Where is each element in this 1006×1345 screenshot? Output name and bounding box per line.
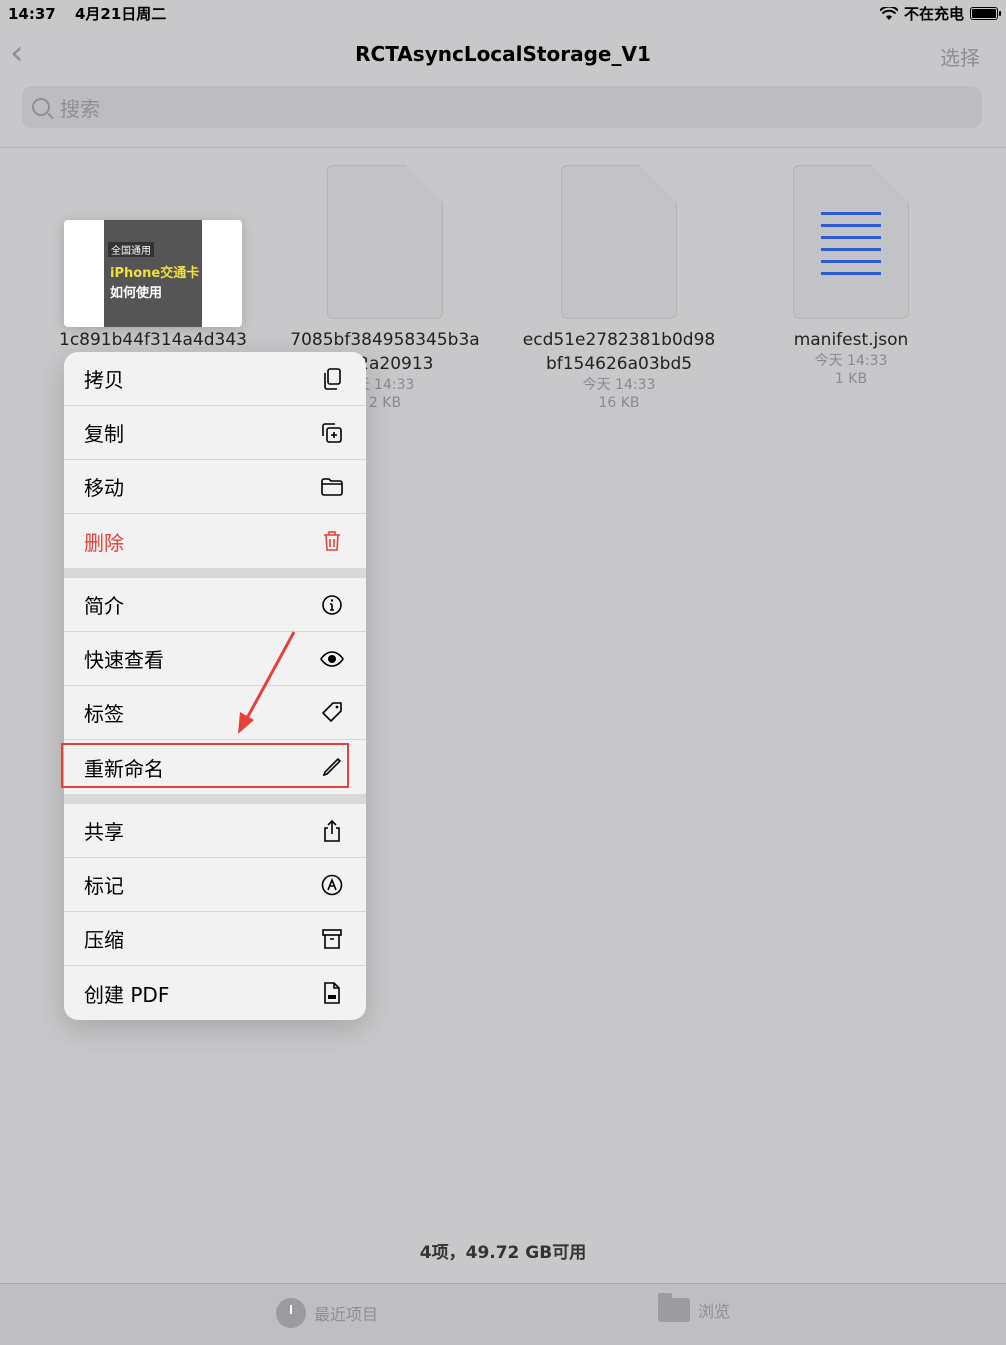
menu-item-duplicate[interactable]: 复制: [64, 406, 366, 460]
page-title: RCTAsyncLocalStorage_V1: [355, 42, 651, 66]
file-date: 今天 14:33: [814, 353, 888, 369]
file-name-cont: bf154626a03bd5: [545, 354, 693, 374]
copy-doc-icon: [324, 367, 341, 390]
folder-icon: [321, 477, 343, 496]
context-menu: 拷贝 复制 移动 删除 简介 快速查看 标签 重新命名 共享 标记 压缩 创建 …: [64, 352, 366, 1020]
menu-group-separator: [64, 568, 366, 578]
share-icon: [324, 819, 340, 842]
document-icon: [327, 165, 443, 319]
pdf-icon: [324, 982, 340, 1004]
status-bar: 14:37 4月21日周二 不在充电: [0, 0, 1006, 26]
thumbnail-line2: 如何使用: [110, 286, 163, 301]
info-icon: [322, 594, 342, 615]
menu-item-share[interactable]: 共享: [64, 804, 366, 858]
thumbnail-line1: iPhone交通卡: [110, 266, 200, 281]
menu-item-label: 创建 PDF: [84, 982, 170, 1007]
tag-icon: [322, 701, 342, 722]
menu-item-label: 拷贝: [84, 368, 124, 392]
tab-browse[interactable]: 浏览: [658, 1293, 731, 1322]
menu-group-separator: [64, 794, 366, 804]
menu-item-label: 删除: [84, 530, 124, 555]
menu-item-delete[interactable]: 删除: [64, 514, 366, 568]
menu-item-label: 移动: [84, 476, 124, 500]
file-name: ecd51e2782381b0d98: [522, 330, 716, 350]
annotation-highlight: [61, 743, 349, 788]
annotation-arrow: [238, 631, 296, 734]
menu-item-compress[interactable]: 压缩: [64, 912, 366, 966]
archive-icon: [322, 928, 342, 949]
battery-icon: [970, 7, 1001, 20]
status-time: 14:37: [8, 5, 56, 23]
charging-status: 不在充电: [903, 5, 964, 23]
select-button[interactable]: 选择: [940, 42, 980, 71]
search-placeholder: 搜索: [60, 96, 100, 121]
menu-item-copy[interactable]: 拷贝: [64, 352, 366, 406]
menu-item-markup[interactable]: 标记: [64, 858, 366, 912]
file-size: 16 KB: [598, 395, 640, 411]
storage-summary: 4项，49.72 GB可用: [419, 1243, 587, 1263]
search-icon: [32, 98, 50, 116]
eye-icon: [320, 650, 344, 667]
menu-item-quicklook[interactable]: 快速查看: [64, 632, 366, 686]
menu-item-tags[interactable]: 标签: [64, 686, 366, 740]
file-name: manifest.json: [793, 330, 909, 350]
wifi-icon: [879, 6, 898, 20]
menu-item-label: 复制: [84, 422, 124, 446]
thumbnail-tag: 全国通用: [108, 242, 154, 257]
clock-icon: [276, 1298, 306, 1328]
tab-recent[interactable]: 最近项目: [276, 1298, 378, 1328]
file-item[interactable]: ecd51e2782381b0d98 bf154626a03bd5 今天 14:…: [504, 165, 734, 412]
menu-item-create-pdf[interactable]: 创建 PDF: [64, 966, 366, 1020]
document-icon: [561, 165, 677, 319]
folder-icon: [658, 1293, 690, 1322]
file-size: 1 KB: [834, 371, 868, 387]
divider: [0, 147, 1006, 148]
menu-item-label: 共享: [84, 820, 124, 844]
search-input[interactable]: 搜索: [22, 86, 982, 128]
trash-icon: [324, 531, 340, 551]
menu-item-label: 简介: [84, 594, 124, 618]
file-name: 7085bf384958345b3a: [290, 330, 480, 350]
file-date: 今天 14:33: [582, 377, 656, 393]
menu-item-info[interactable]: 简介: [64, 578, 366, 632]
markup-icon: [321, 874, 343, 895]
file-item[interactable]: 1c891b44f314a4d343: [38, 328, 268, 352]
duplicate-icon: [322, 422, 342, 443]
tab-bar: 最近项目 浏览: [0, 1283, 1006, 1345]
json-document-icon: [793, 165, 909, 319]
menu-item-label: 标记: [84, 874, 124, 898]
nav-bar: ‹ RCTAsyncLocalStorage_V1 选择: [0, 30, 1006, 80]
status-date: 4月21日周二: [74, 5, 167, 23]
menu-item-label: 标签: [84, 702, 124, 726]
file-thumbnail-image[interactable]: 全国通用 iPhone交通卡 如何使用: [64, 220, 242, 327]
menu-item-move[interactable]: 移动: [64, 460, 366, 514]
file-item[interactable]: manifest.json 今天 14:33 1 KB: [736, 165, 966, 388]
menu-item-label: 压缩: [84, 928, 124, 952]
tab-label: 浏览: [698, 1302, 731, 1321]
file-name: 1c891b44f314a4d343: [59, 330, 247, 350]
tab-label: 最近项目: [314, 1305, 379, 1324]
menu-item-label: 快速查看: [84, 648, 164, 672]
